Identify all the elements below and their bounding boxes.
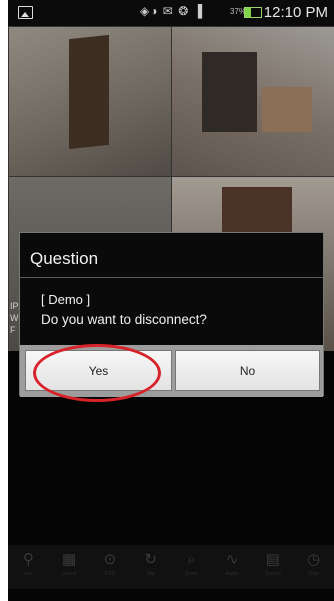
clock-icon: ◷ (307, 551, 321, 568)
battery-fill (245, 8, 251, 17)
no-button[interactable]: No (175, 350, 320, 391)
camera-info-line: W (10, 313, 19, 323)
toolbar-item[interactable]: ▦ Layout (52, 551, 86, 577)
camera-scene-door (202, 52, 257, 132)
toolbar-item-label: Layout (61, 571, 77, 577)
calendar-icon: ▤ (265, 551, 280, 568)
camera-tile-2[interactable] (171, 26, 334, 178)
battery-icon (244, 7, 262, 18)
toolbar-item[interactable]: ↻ Flip (134, 551, 168, 577)
toolbar-item[interactable]: ∿ Audio (215, 551, 249, 577)
toolbar-item[interactable]: ⊙ PTZ (93, 551, 127, 577)
chart-icon: ∿ (225, 551, 239, 568)
camera-info-text: IP W F (10, 300, 19, 336)
person-icon: ⚲ (22, 551, 34, 568)
dialog-button-bar: Yes No (20, 345, 323, 397)
toolbar-item[interactable]: ◷ Time (297, 551, 331, 577)
dialog-site-name: [ Demo ] (41, 292, 91, 307)
status-icons: ◈◑ ✉ ❂ ▐ (140, 4, 204, 18)
toolbar-item-label: PTZ (105, 571, 115, 577)
toolbar-item-label: Time (308, 571, 320, 577)
toolbar-item[interactable]: ▤ Search (256, 551, 290, 577)
toolbar-item-label: Audio (225, 571, 239, 577)
rotate-icon: ↻ (144, 551, 157, 568)
camera-info-line: F (10, 325, 16, 335)
camera-info-line: IP (10, 301, 19, 311)
status-bar: ◈◑ ✉ ❂ ▐ 37% 12:10 PM (8, 0, 334, 26)
dialog-message: Do you want to disconnect? (41, 312, 207, 327)
camera-tile-1[interactable] (8, 26, 173, 178)
ptz-icon: ⊙ (103, 551, 117, 568)
grid-icon: ▦ (62, 551, 77, 568)
disconnect-dialog: Question [ Demo ] Do you want to disconn… (19, 232, 324, 397)
yes-button[interactable]: Yes (25, 350, 172, 391)
toolbar-item-label: Search (264, 571, 281, 577)
toolbar-item[interactable]: ⚲ Live (11, 551, 45, 577)
gallery-icon (18, 6, 33, 19)
clock: 12:10 PM (263, 4, 328, 21)
bottom-toolbar: ⚲ Live ▦ Layout ⊙ PTZ ↻ Flip ⌕ Zoom ∿ Audio ▤ Search ◷… (8, 545, 334, 589)
bottom-edge (8, 589, 334, 601)
zoom-icon: ⌕ (187, 551, 196, 568)
toolbar-item-label: Flip (146, 571, 155, 577)
toolbar-item-label: Live (23, 571, 33, 577)
camera-scene-box (262, 87, 312, 132)
toolbar-item[interactable]: ⌕ Zoom (174, 551, 208, 577)
device-frame: ◈◑ ✉ ❂ ▐ 37% 12:10 PM IP W F ⚲ Live ▦ Layou… (0, 0, 334, 601)
dialog-title: Question (30, 249, 99, 268)
dialog-divider (20, 277, 323, 278)
toolbar-item-label: Zoom (184, 571, 198, 577)
camera-scene-door (69, 34, 109, 150)
